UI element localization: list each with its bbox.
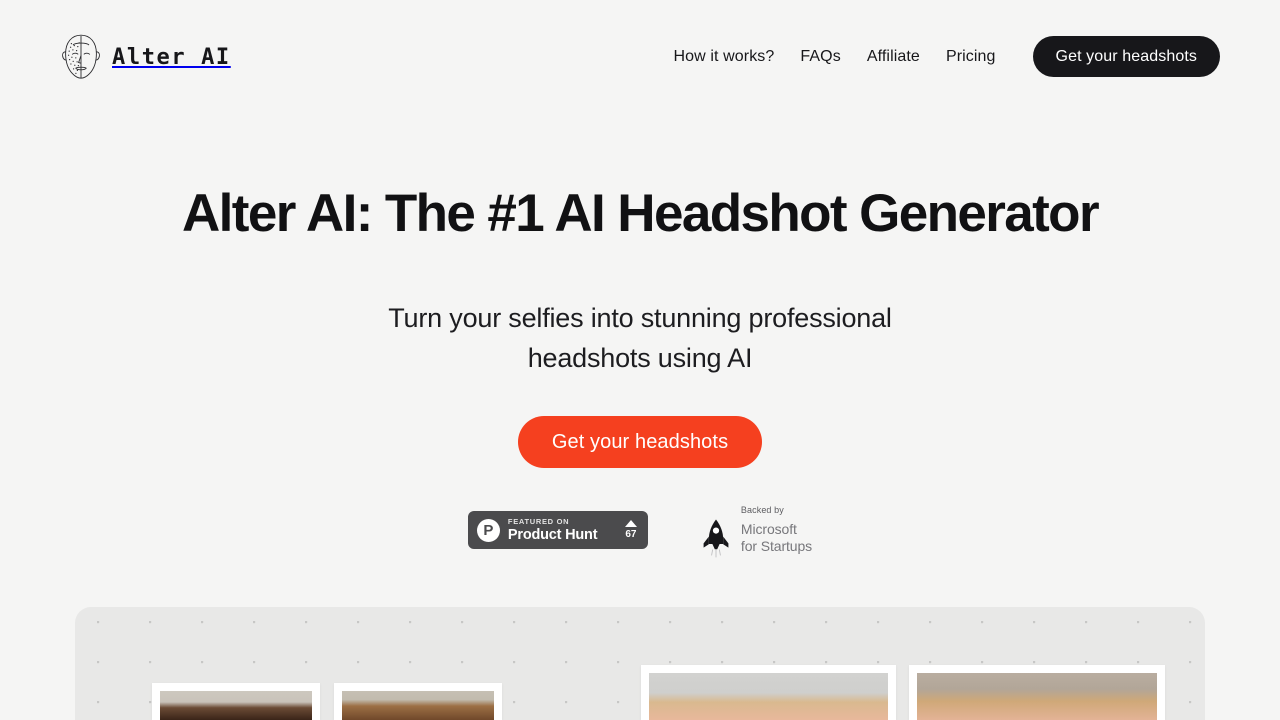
gallery-photo-card[interactable] <box>334 683 502 720</box>
rocket-icon <box>700 518 732 558</box>
product-hunt-icon: P <box>476 518 500 542</box>
hero-cta-container: Get your headshots <box>0 416 1280 469</box>
backed-by-label: Backed by <box>740 505 784 516</box>
brand-logo-link[interactable]: Alter AI <box>60 33 231 81</box>
hero-section: Alter AI: The #1 AI Headshot Generator T… <box>0 115 1280 558</box>
gallery-photo-card[interactable] <box>909 665 1165 720</box>
nav-link-affiliate[interactable]: Affiliate <box>854 48 933 65</box>
product-hunt-badge[interactable]: P FEATURED ON Product Hunt 67 <box>467 511 648 550</box>
microsoft-name-line-2: for Startups <box>740 538 813 555</box>
product-hunt-upvotes: 67 <box>624 520 639 541</box>
microsoft-for-startups-badge: Backed by Microsoft for Startups <box>700 506 812 558</box>
hero-subtitle-line-2: headshots using AI <box>527 343 753 374</box>
main-navigation: How it works? FAQs Affiliate Pricing Get… <box>661 33 1220 77</box>
hero-subtitle-line-1: Turn your selfies into stunning professi… <box>388 303 892 334</box>
nav-link-how-it-works[interactable]: How it works? <box>661 48 788 65</box>
headshot-image-2 <box>342 691 494 720</box>
headshot-image-1 <box>160 691 312 720</box>
product-hunt-featured-label: FEATURED ON <box>507 517 570 527</box>
header-get-headshots-button[interactable]: Get your headshots <box>1032 36 1220 77</box>
nav-link-pricing[interactable]: Pricing <box>933 48 1009 65</box>
nav-link-faqs[interactable]: FAQs <box>787 48 853 65</box>
hero-get-headshots-button[interactable]: Get your headshots <box>517 416 763 469</box>
page-title: Alter AI: The #1 AI Headshot Generator <box>182 184 1100 243</box>
microsoft-for-startups-label: Microsoft for Startups <box>741 521 812 556</box>
gallery-photo-card[interactable] <box>641 665 896 720</box>
social-proof-badges: P FEATURED ON Product Hunt 67 Backed by <box>0 506 1280 558</box>
gallery-photo-card[interactable] <box>152 683 320 720</box>
headshot-image-4 <box>917 673 1157 720</box>
product-hunt-text: FEATURED ON Product Hunt <box>508 518 617 542</box>
upvote-triangle-icon <box>624 520 637 528</box>
headshot-image-3 <box>649 673 888 720</box>
product-hunt-name: Product Hunt <box>507 526 598 543</box>
hero-subtitle: Turn your selfies into stunning professi… <box>0 299 1280 379</box>
face-sketch-icon <box>60 33 102 81</box>
microsoft-name-line-1: Microsoft <box>740 520 797 537</box>
microsoft-badge-row: Microsoft for Startups <box>700 518 812 558</box>
headshot-gallery-panel <box>75 607 1205 720</box>
site-header: Alter AI How it works? FAQs Affiliate Pr… <box>0 0 1280 115</box>
brand-name: Alter AI <box>112 45 231 70</box>
product-hunt-vote-count: 67 <box>625 529 637 541</box>
